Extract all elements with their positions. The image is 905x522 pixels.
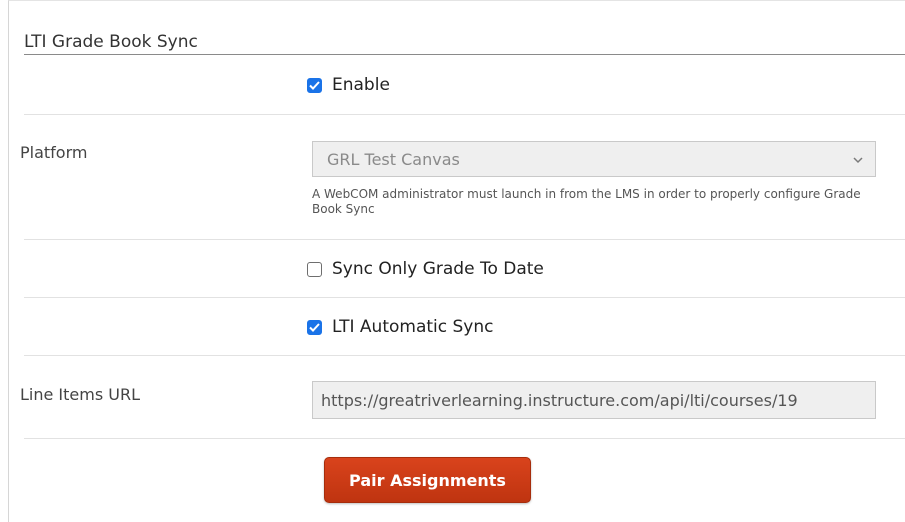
line-items-label: Line Items URL [20, 385, 141, 404]
auto-sync-checkbox[interactable] [307, 319, 322, 335]
auto-sync-label: LTI Automatic Sync [332, 317, 494, 337]
row-divider [24, 114, 905, 115]
row-divider [24, 355, 905, 356]
sync-only-option[interactable]: Sync Only Grade To Date [307, 259, 544, 279]
lti-grade-book-sync-panel: LTI Grade Book Sync Enable Platform GRL … [8, 0, 905, 522]
checkmark-icon [309, 80, 320, 90]
enable-label: Enable [332, 75, 390, 95]
chevron-down-icon [853, 157, 863, 164]
platform-label: Platform [20, 143, 88, 162]
checkmark-icon [309, 322, 320, 332]
platform-selected-value: GRL Test Canvas [327, 149, 460, 169]
pair-assignments-button[interactable]: Pair Assignments [324, 457, 531, 503]
line-items-url-field[interactable]: https://greatriverlearning.instructure.c… [312, 381, 876, 419]
row-divider [24, 297, 905, 298]
auto-sync-option[interactable]: LTI Automatic Sync [307, 317, 494, 337]
platform-help-text: A WebCOM administrator must launch in fr… [312, 187, 861, 216]
enable-option[interactable]: Enable [307, 75, 390, 95]
sync-only-checkbox[interactable] [307, 261, 322, 277]
enable-checkbox[interactable] [307, 77, 322, 93]
section-title: LTI Grade Book Sync [24, 31, 905, 55]
row-divider [24, 438, 905, 439]
sync-only-label: Sync Only Grade To Date [332, 259, 544, 279]
row-divider [24, 239, 905, 240]
platform-select[interactable]: GRL Test Canvas [312, 141, 876, 177]
